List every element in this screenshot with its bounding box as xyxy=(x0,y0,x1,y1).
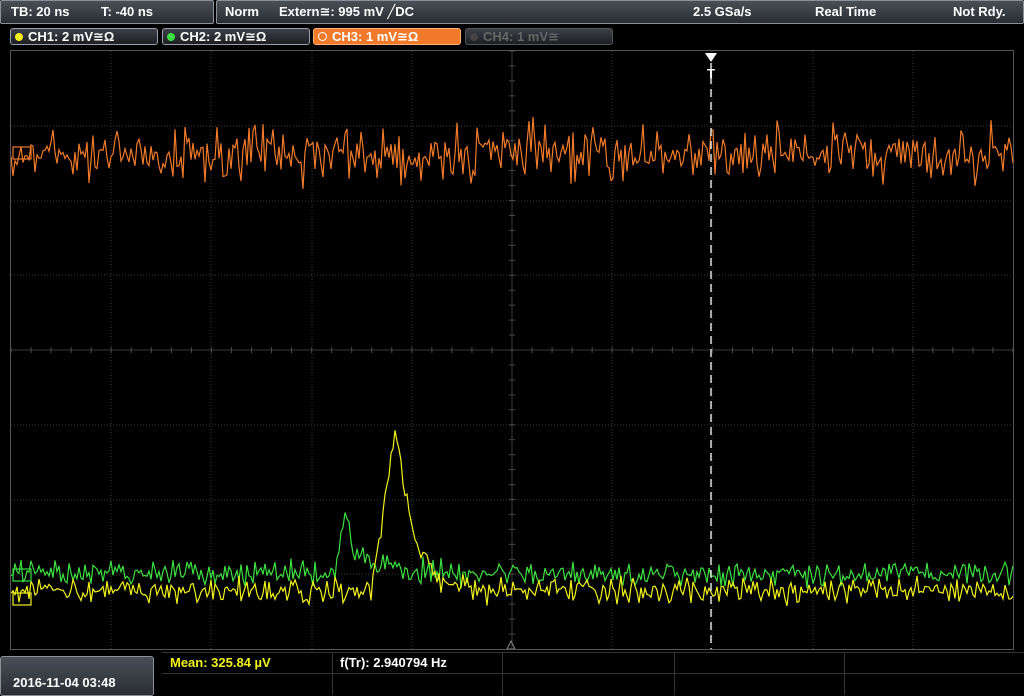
channel-3-button[interactable]: CH3: 1 mV≅Ω xyxy=(313,28,461,45)
measurement-panel[interactable]: Mean: 325.84 µV f(Tr): 2.940794 Hz xyxy=(162,652,1024,695)
measurement-mean[interactable]: Mean: 325.84 µV xyxy=(170,655,271,670)
channel-2-indicator-icon xyxy=(167,32,175,41)
run-status-label: Not Rdy. xyxy=(953,4,1006,19)
channel-4-button[interactable]: CH4: 1 mV≅ xyxy=(465,28,613,45)
top-status-bar: TB: 20 ns T: -40 ns Norm Extern≅: 995 mV… xyxy=(0,0,1024,24)
channel-3-indicator-icon xyxy=(318,32,327,41)
channel-3-label: CH3: 1 mV≅Ω xyxy=(332,28,419,44)
datetime-panel: 2016-11-04 03:48 xyxy=(0,656,154,696)
timebase-label: TB: 20 ns xyxy=(11,4,70,19)
trigger-source-label: Extern≅: 995 mV ╱DC xyxy=(279,4,415,19)
channel-2-button[interactable]: CH2: 2 mV≅Ω xyxy=(162,28,310,45)
trigger-mode-label: Norm xyxy=(225,4,259,19)
channel-selector-row: CH1: 2 mV≅Ω CH2: 2 mV≅Ω CH3: 1 mV≅Ω CH4:… xyxy=(0,24,1024,50)
channel-1-indicator-icon xyxy=(15,32,23,41)
channel-4-indicator-icon xyxy=(470,32,478,41)
trigger-position-icon[interactable] xyxy=(705,53,717,62)
trigger-marker-label: T xyxy=(707,66,715,81)
measurement-frequency[interactable]: f(Tr): 2.940794 Hz xyxy=(340,655,447,670)
center-time-marker-icon xyxy=(506,639,516,649)
waveform-grid: T xyxy=(11,51,1013,649)
sample-rate-label: 2.5 GSa/s xyxy=(693,4,752,19)
channel-1-button[interactable]: CH1: 2 mV≅Ω xyxy=(10,28,158,45)
acquisition-mode-label: Real Time xyxy=(815,4,877,19)
datetime-label: 2016-11-04 03:48 xyxy=(13,675,116,690)
timebase-panel[interactable]: TB: 20 ns T: -40 ns xyxy=(0,0,214,24)
graticule xyxy=(11,51,1013,649)
trigger-time-label: T: -40 ns xyxy=(101,4,154,19)
bottom-status-bar: 2016-11-04 03:48 Mean: 325.84 µV f(Tr): … xyxy=(0,652,1024,696)
channel-4-label: CH4: 1 mV≅ xyxy=(483,28,559,44)
channel-1-label: CH1: 2 mV≅Ω xyxy=(28,28,115,44)
waveform-display[interactable]: T xyxy=(10,50,1014,650)
channel-2-label: CH2: 2 mV≅Ω xyxy=(180,28,267,44)
acquisition-status-panel[interactable]: Norm Extern≅: 995 mV ╱DC 2.5 GSa/s Real … xyxy=(216,0,1024,24)
